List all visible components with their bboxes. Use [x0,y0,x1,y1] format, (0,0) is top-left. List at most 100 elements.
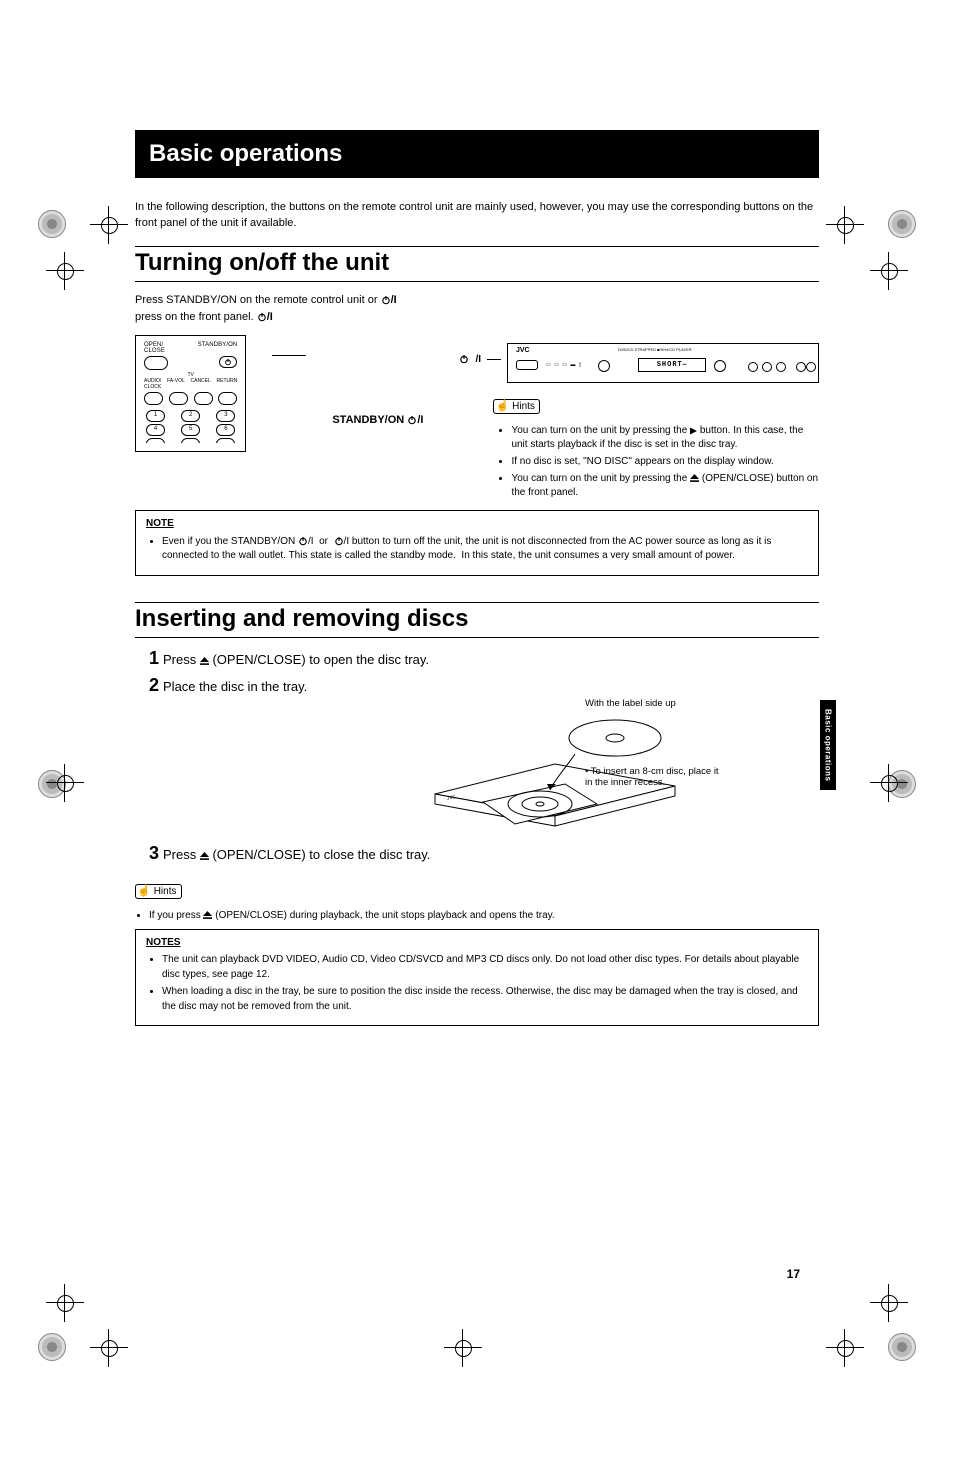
hint-item: You can turn on the unit by pressing the… [511,424,819,452]
front-panel-button [516,360,538,370]
crop-mark [52,258,78,284]
crop-mark [96,1335,122,1361]
front-panel-button [806,362,816,372]
standby-on-callout: STANDBY/ON /I [332,414,423,426]
front-panel-icons: ▭ ▭ ▭ ▬ ▯ [546,362,582,368]
power-icon [459,354,469,364]
hints-list: If you press (OPEN/CLOSE) during playbac… [139,909,819,923]
hints-label-text: Hints [512,401,535,412]
notes-box: NOTES The unit can playback DVD VIDEO, A… [135,929,819,1027]
hint-item: If no disc is set, "NO DISC" appears on … [511,455,819,469]
reg-mark [888,1333,916,1361]
crop-mark [52,770,78,796]
crop-mark [876,770,902,796]
pointing-hand-icon: ☝ [495,401,509,412]
remote-number-button: 4 [146,424,165,436]
open-close-button-icon [144,356,168,370]
front-panel-circle-icon [714,360,726,372]
leader-line [272,355,306,356]
hints-list: You can turn on the unit by pressing the… [511,424,819,500]
remote-button-icon [169,392,188,405]
power-icon [381,295,391,305]
remote-number-button: 1 [146,410,165,422]
fig-caption-side: • To insert an 8-cm disc, place it in th… [585,766,725,788]
eject-icon [200,852,209,861]
remote-button-icon [194,392,213,405]
reg-mark [38,210,66,238]
remote-label: OPEN/ CLOSE [144,342,165,354]
display-window: SHORT⎯ [638,358,706,372]
brand-label: JVC [516,347,530,354]
front-panel-circle-icon [598,360,610,372]
front-panel-diagram: JVC DVD/CD STRAPPED ■/KHz/CD PLAYER ▭ ▭ … [507,343,819,383]
hint-item: You can turn on the unit by pressing the… [511,472,819,500]
power-icon [257,312,267,322]
remote-number-button: 5 [181,424,200,436]
front-panel-button [748,362,758,372]
remote-label: CANCEL [191,378,211,390]
crop-mark [876,258,902,284]
remote-number-button [146,438,165,443]
divider [135,602,819,603]
section-title-discs: Inserting and removing discs [135,605,819,633]
page-number: 17 [787,1267,800,1281]
front-panel-button [762,362,772,372]
remote-control-diagram: OPEN/ CLOSE STANDBY/ON TV AUDIO/ CLOCK F… [135,335,246,452]
power-icon [298,536,308,546]
manual-page: Basic operations In the following descri… [0,130,954,1481]
remote-number-button: 3 [216,410,235,422]
section-tab: Basic operations [820,700,836,790]
remote-label: AUDIO/ CLOCK [144,378,161,390]
hints-badge: ☝ Hints [135,884,182,899]
step-3: 3Press (OPEN/CLOSE) to close the disc tr… [149,843,819,864]
remote-label: RETURN [217,378,238,390]
section-title-turning-on: Turning on/off the unit [135,249,819,277]
crop-mark [96,212,122,238]
page-header: Basic operations [135,130,819,178]
power-icon [407,415,417,425]
play-icon [690,427,697,435]
eject-icon [200,657,209,666]
standby-button-icon [219,356,237,368]
reg-mark [888,210,916,238]
remote-label: STANDBY/ON [198,342,238,354]
front-panel-button [796,362,806,372]
intro-text: In the following description, the button… [135,200,819,232]
remote-number-button: 2 [181,410,200,422]
crop-mark [450,1335,476,1361]
pointing-hand-icon: ☝ [137,886,151,897]
remote-button-icon [144,392,163,405]
notes-item: When loading a disc in the tray, be sure… [162,985,808,1014]
step-2: 2Place the disc in the tray. [149,675,819,696]
crop-mark [832,212,858,238]
notes-item: The unit can playback DVD VIDEO, Audio C… [162,953,808,982]
standby-instruction: Press STANDBY/ON on the remote control u… [135,292,819,327]
reg-mark [38,1333,66,1361]
remote-button-icon [218,392,237,405]
remote-number-button: 6 [216,424,235,436]
remote-number-button [216,438,235,443]
eject-icon [690,474,699,483]
crop-mark [52,1290,78,1316]
divider [135,281,819,282]
crop-mark [876,1290,902,1316]
divider [135,637,819,638]
hints-label-text: Hints [154,886,177,897]
crop-mark [832,1335,858,1361]
step-1: 1Press (OPEN/CLOSE) to open the disc tra… [149,648,819,669]
power-icon [334,536,344,546]
eject-icon [203,911,212,920]
power-icon [224,358,232,366]
notes-title: NOTES [146,937,180,948]
disc-insertion-diagram: JVC With the label side up • To insert a… [425,704,785,837]
front-panel-button [776,362,786,372]
note-box: NOTE Even if you the STANDBY/ON /I or /I… [135,510,819,576]
hint-item: If you press (OPEN/CLOSE) during playbac… [149,909,819,923]
note-item: Even if you the STANDBY/ON /I or /I butt… [162,535,808,564]
remote-number-button [181,438,200,443]
note-title: NOTE [146,518,174,529]
front-panel-subtitle: DVD/CD STRAPPED ■/KHz/CD PLAYER [618,347,692,352]
hints-badge: ☝ Hints [493,399,540,414]
divider [135,246,819,247]
fig-caption-top: With the label side up [585,698,676,709]
